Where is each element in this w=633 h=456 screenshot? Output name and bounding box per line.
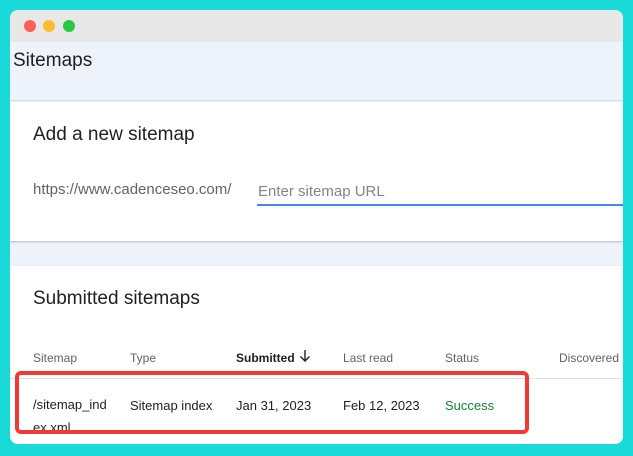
add-sitemap-title: Add a new sitemap <box>33 124 195 145</box>
column-header-last-read[interactable]: Last read <box>343 351 393 365</box>
divider <box>10 100 623 101</box>
close-window-button[interactable] <box>24 20 36 32</box>
column-header-status[interactable]: Status <box>445 351 479 365</box>
column-header-type[interactable]: Type <box>130 351 156 365</box>
add-sitemap-card: Add a new sitemap https://www.cadenceseo… <box>10 102 623 241</box>
page-title: Sitemaps <box>13 50 93 71</box>
window-titlebar <box>10 10 623 42</box>
arrow-down-icon[interactable] <box>299 349 311 363</box>
column-header-discovered[interactable]: Discovered <box>559 351 619 365</box>
column-header-submitted[interactable]: Submitted <box>236 351 295 365</box>
minimize-window-button[interactable] <box>43 20 55 32</box>
sitemap-url-input[interactable] <box>257 178 623 206</box>
highlight-box <box>15 371 529 434</box>
url-prefix: https://www.cadenceseo.com/ <box>33 181 232 198</box>
column-header-sitemap[interactable]: Sitemap <box>33 351 77 365</box>
maximize-window-button[interactable] <box>63 20 75 32</box>
submitted-sitemaps-title: Submitted sitemaps <box>33 288 200 309</box>
